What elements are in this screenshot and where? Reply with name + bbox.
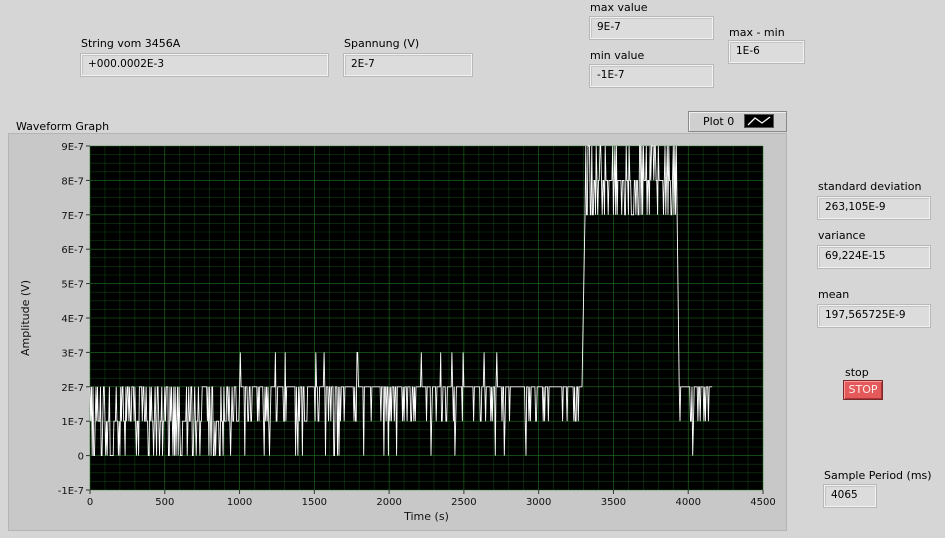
legend-label: Plot 0 bbox=[703, 115, 735, 128]
range-label: max - min bbox=[729, 26, 785, 39]
y-tick-label: 1E-7 bbox=[61, 417, 84, 428]
y-tick-label: 3E-7 bbox=[61, 348, 84, 359]
y-axis-label: Amplitude (V) bbox=[19, 280, 32, 356]
x-tick-label: 1500 bbox=[302, 497, 327, 508]
x-tick-label: 500 bbox=[155, 497, 174, 508]
sample-period-control[interactable]: 4065 bbox=[823, 484, 877, 508]
mean-label: mean bbox=[818, 288, 850, 301]
y-tick-label: 2E-7 bbox=[61, 383, 84, 394]
waveform-graph[interactable]: -1E-7 0 1E-7 2E-7 3E-7 4E-7 5E-7 6E-7 7E-7 8E-7 9E… bbox=[8, 133, 787, 531]
stop-button[interactable]: STOP bbox=[843, 380, 883, 400]
string-label: String vom 3456A bbox=[81, 37, 181, 50]
y-tick-label: -1E-7 bbox=[58, 486, 84, 497]
x-tick-label: 0 bbox=[87, 497, 93, 508]
sample-period-label: Sample Period (ms) bbox=[824, 469, 932, 482]
min-value-indicator[interactable]: -1E-7 bbox=[589, 64, 714, 88]
string-indicator[interactable]: +000.0002E-3 bbox=[80, 53, 329, 77]
y-tick-label: 7E-7 bbox=[61, 211, 84, 222]
max-value-label: max value bbox=[590, 1, 648, 14]
voltage-indicator[interactable]: 2E-7 bbox=[343, 53, 473, 77]
variance-label: variance bbox=[818, 229, 866, 242]
stop-label: stop bbox=[845, 366, 869, 379]
min-value-label: min value bbox=[590, 49, 645, 62]
legend-swatch bbox=[744, 114, 774, 128]
x-tick-label: 4000 bbox=[675, 497, 700, 508]
y-tick-label: 4E-7 bbox=[61, 314, 84, 325]
std-label: standard deviation bbox=[818, 180, 922, 193]
grid bbox=[89, 145, 764, 491]
x-axis-label: Time (s) bbox=[403, 510, 449, 523]
y-tick-label: 6E-7 bbox=[61, 245, 84, 256]
y-tick-label: 0 bbox=[78, 452, 84, 463]
waveform-chart: -1E-701E-72E-73E-74E-75E-76E-77E-78E-79E… bbox=[19, 142, 776, 523]
x-tick-label: 3500 bbox=[601, 497, 626, 508]
range-indicator[interactable]: 1E-6 bbox=[728, 40, 805, 64]
plot-legend[interactable]: Plot 0 bbox=[688, 111, 787, 132]
x-tick-label: 2500 bbox=[451, 497, 476, 508]
x-tick-label: 1000 bbox=[227, 497, 252, 508]
mean-indicator[interactable]: 197,565725E-9 bbox=[817, 304, 931, 328]
max-value-indicator[interactable]: 9E-7 bbox=[589, 16, 714, 40]
graph-title: Waveform Graph bbox=[16, 120, 110, 133]
variance-indicator[interactable]: 69,224E-15 bbox=[817, 245, 931, 269]
y-tick-label: 8E-7 bbox=[61, 176, 84, 187]
x-tick-label: 4500 bbox=[750, 497, 775, 508]
plot-line-icon bbox=[747, 116, 771, 126]
y-tick-label: 9E-7 bbox=[61, 142, 84, 153]
std-indicator[interactable]: 263,105E-9 bbox=[817, 196, 931, 220]
y-tick-label: 5E-7 bbox=[61, 280, 84, 291]
x-tick-label: 3000 bbox=[526, 497, 551, 508]
voltage-label: Spannung (V) bbox=[344, 37, 420, 50]
x-tick-label: 2000 bbox=[376, 497, 401, 508]
